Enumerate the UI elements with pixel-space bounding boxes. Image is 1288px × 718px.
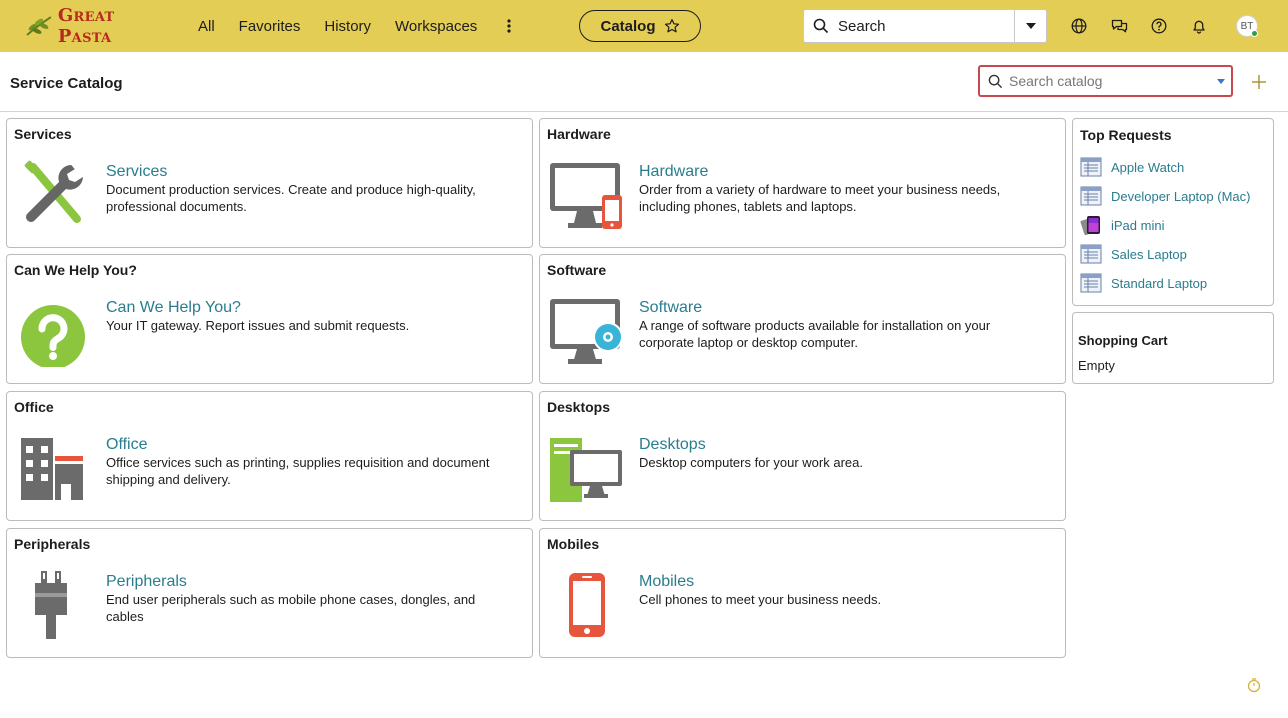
plug-icon: [35, 571, 67, 639]
catalog-item-icon: [1080, 186, 1102, 206]
top-navigation-bar: Great Pasta All Favorites History Worksp…: [0, 0, 1288, 52]
catalog-search-input[interactable]: [1009, 73, 1211, 89]
top-request-item[interactable]: Apple Watch: [1080, 155, 1184, 179]
search-icon: [981, 74, 1009, 89]
top-requests-title: Top Requests: [1080, 127, 1172, 143]
category-description: Cell phones to meet your business needs.: [639, 592, 882, 607]
office-building-icon: [21, 438, 83, 500]
catalog-search-field[interactable]: [978, 65, 1233, 97]
wheat-logo-icon: [26, 16, 52, 36]
category-description: Document production services. Create and…: [106, 182, 476, 214]
category-card-services: Services Services Document production se…: [6, 118, 533, 248]
category-description: Order from a variety of hardware to meet…: [639, 182, 1001, 214]
timer-icon[interactable]: [1246, 677, 1262, 693]
category-link-office[interactable]: Office: [106, 436, 148, 454]
top-requests-panel: Top Requests Apple Watch Developer Lapto…: [1072, 118, 1274, 306]
catalog-item-icon: [1080, 273, 1102, 293]
card-heading: Desktops: [547, 399, 611, 415]
caret-down-icon: [1025, 23, 1036, 29]
category-link-software[interactable]: Software: [639, 299, 702, 317]
nav-link-all[interactable]: All: [198, 18, 215, 35]
nav-links: All Favorites History Workspaces: [198, 0, 517, 52]
nav-link-favorites[interactable]: Favorites: [239, 18, 301, 35]
category-description: Your IT gateway. Report issues and submi…: [106, 318, 410, 333]
top-icon-group: [1066, 13, 1226, 39]
card-heading: Software: [547, 262, 607, 278]
card-heading: Mobiles: [547, 536, 600, 552]
category-description: Office services such as printing, suppli…: [106, 455, 490, 487]
top-request-label[interactable]: Developer Laptop (Mac): [1111, 189, 1250, 204]
category-link-desktops[interactable]: Desktops: [639, 436, 706, 454]
category-link-services[interactable]: Services: [106, 163, 167, 181]
top-request-label[interactable]: iPad mini: [1111, 218, 1164, 233]
catalog-pill-label: Catalog: [600, 17, 656, 35]
category-description: A range of software products available f…: [639, 318, 991, 350]
search-icon: [804, 18, 838, 34]
shopping-cart-status: Empty: [1078, 358, 1115, 373]
card-heading: Hardware: [547, 126, 611, 142]
category-link-help[interactable]: Can We Help You?: [106, 299, 241, 317]
global-search-label: Search: [838, 17, 886, 35]
software-icon: [550, 299, 622, 364]
bell-icon[interactable]: [1186, 13, 1212, 39]
brand-logo[interactable]: Great Pasta: [24, 5, 174, 47]
shopping-cart-title: Shopping Cart: [1078, 333, 1168, 348]
hardware-icon: [550, 163, 622, 229]
star-icon[interactable]: [664, 18, 680, 34]
question-icon: [21, 305, 85, 367]
caret-down-icon[interactable]: [1211, 78, 1231, 84]
catalog-item-icon: [1080, 157, 1102, 177]
category-card-hardware: Hardware Hardware Order from a variety o…: [539, 118, 1066, 248]
top-request-label[interactable]: Apple Watch: [1111, 160, 1184, 175]
card-heading: Office: [14, 399, 54, 415]
card-heading: Services: [14, 126, 72, 142]
header-divider: [0, 111, 1288, 112]
page-title: Service Catalog: [10, 75, 123, 92]
online-status-dot: [1251, 30, 1258, 37]
help-icon[interactable]: [1146, 13, 1172, 39]
top-request-label[interactable]: Sales Laptop: [1111, 247, 1187, 262]
add-icon[interactable]: [1249, 72, 1269, 92]
top-request-label[interactable]: Standard Laptop: [1111, 276, 1207, 291]
catalog-item-icon: [1080, 244, 1102, 264]
nav-link-history[interactable]: History: [324, 18, 371, 35]
catalog-pill-button[interactable]: Catalog: [579, 10, 701, 42]
ipad-icon: [1080, 216, 1100, 236]
top-request-item[interactable]: Developer Laptop (Mac): [1080, 184, 1250, 208]
desktop-icon: [550, 438, 622, 502]
category-card-desktops: Desktops Desktops Desktop computers for …: [539, 391, 1066, 521]
category-link-peripherals[interactable]: Peripherals: [106, 573, 187, 591]
chat-bubbles-icon[interactable]: [1106, 13, 1132, 39]
category-card-office: Office Office Office services such as pr…: [6, 391, 533, 521]
card-heading: Can We Help You?: [14, 262, 137, 278]
top-request-item[interactable]: Sales Laptop: [1080, 242, 1187, 266]
tools-icon: [24, 160, 84, 223]
top-request-item[interactable]: Standard Laptop: [1080, 271, 1207, 295]
more-menu-icon[interactable]: [501, 16, 517, 36]
global-search-field[interactable]: Search: [803, 9, 1047, 43]
category-description: Desktop computers for your work area.: [639, 455, 863, 470]
top-request-item[interactable]: iPad mini: [1080, 213, 1164, 237]
category-card-peripherals: Peripherals Peripherals End user periphe…: [6, 528, 533, 658]
brand-name: Great Pasta: [57, 5, 115, 47]
category-card-help: Can We Help You? Can We Help You? Your I…: [6, 254, 533, 384]
category-card-mobiles: Mobiles Mobiles Cell phones to meet your…: [539, 528, 1066, 658]
card-heading: Peripherals: [14, 536, 91, 552]
shopping-cart-panel: Shopping Cart Empty: [1072, 312, 1274, 384]
category-link-hardware[interactable]: Hardware: [639, 163, 708, 181]
globe-icon[interactable]: [1066, 13, 1092, 39]
nav-link-workspaces[interactable]: Workspaces: [395, 18, 477, 35]
search-scope-dropdown[interactable]: [1014, 10, 1046, 42]
category-link-mobiles[interactable]: Mobiles: [639, 573, 694, 591]
category-card-software: Software Software A range of software pr…: [539, 254, 1066, 384]
mobile-phone-icon: [569, 573, 605, 637]
category-description: End user peripherals such as mobile phon…: [106, 592, 476, 624]
